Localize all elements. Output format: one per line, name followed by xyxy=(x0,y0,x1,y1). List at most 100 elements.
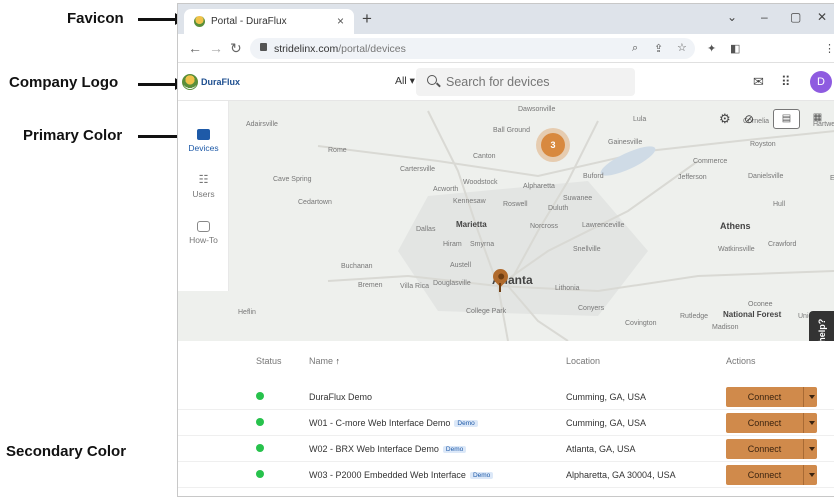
map-place-label: Conyers xyxy=(578,305,605,312)
annotated-screenshot: { "callouts": { "favicon": "Favicon", "c… xyxy=(0,0,834,497)
map-place-label: Commerce xyxy=(693,158,728,165)
lock-icon xyxy=(260,43,267,51)
sidebar-item-howto[interactable]: How-To xyxy=(178,221,229,245)
map-place-label: Woodstock xyxy=(463,179,498,186)
status-online-icon xyxy=(256,444,264,452)
minimize-button[interactable]: – xyxy=(761,10,768,24)
browser-tab[interactable]: Portal - DuraFlux × xyxy=(184,9,354,34)
url-text: stridelinx.com/portal/devices xyxy=(274,43,406,55)
map-place-label: Acworth xyxy=(433,186,459,193)
new-tab-button[interactable]: + xyxy=(362,9,372,29)
browser-toolbar: ← → ↻ stridelinx.com/portal/devices ⌕ ⇪ … xyxy=(178,34,834,63)
device-name-text: W01 - C-more Web Interface Demo xyxy=(309,418,451,428)
table-row[interactable]: DuraFlux Demo Cumming, GA, USA Connect xyxy=(178,384,834,410)
header-location: Location xyxy=(566,356,601,366)
maximize-button[interactable]: ▢ xyxy=(790,10,801,24)
zoom-icon[interactable]: ⌕ xyxy=(632,42,638,55)
map-place-label: Rome xyxy=(328,147,347,154)
sidebar-item-label: Devices xyxy=(188,143,219,153)
mail-icon[interactable]: ✉ xyxy=(753,74,764,90)
list-view-toggle[interactable]: ▦ xyxy=(804,109,831,129)
map-place-label: Smyrna xyxy=(470,241,495,248)
map-place-label: Canton xyxy=(473,153,496,160)
chevron-down-icon[interactable] xyxy=(809,473,815,477)
connect-label: Connect xyxy=(726,439,804,459)
map-place-label: Buford xyxy=(583,173,604,180)
map-place-label: Marietta xyxy=(456,220,487,229)
status-online-icon xyxy=(256,470,264,478)
header-actions: Actions xyxy=(726,356,756,366)
search-input[interactable] xyxy=(446,73,626,91)
browser-menu-icon[interactable]: ⋮ xyxy=(824,42,834,55)
share-icon[interactable]: ⇪ xyxy=(654,42,663,55)
device-name[interactable]: W02 - BRX Web Interface Demo Demo xyxy=(309,444,467,454)
map-place-label: Roswell xyxy=(503,201,528,208)
device-name[interactable]: DuraFlux Demo xyxy=(309,392,372,402)
chevron-down-icon[interactable] xyxy=(809,395,815,399)
company-logo[interactable]: DuraFlux xyxy=(182,73,240,91)
need-help-label: Need help? xyxy=(817,319,827,341)
apps-grid-icon[interactable]: ⠿ xyxy=(781,74,791,90)
search-filter-dropdown[interactable]: All ▾ xyxy=(395,75,415,87)
connect-label: Connect xyxy=(726,465,804,485)
sidebar-item-devices[interactable]: Devices xyxy=(178,129,229,153)
map-place-label: Danielsville xyxy=(748,173,784,180)
device-search xyxy=(416,68,635,96)
address-bar[interactable]: stridelinx.com/portal/devices ⌕ ⇪ ☆ xyxy=(250,38,695,59)
map-place-label: National Forest xyxy=(723,310,782,319)
need-help-button[interactable]: Need help? xyxy=(809,311,834,341)
connect-button[interactable]: Connect xyxy=(726,439,817,459)
map-place-label: Oconee xyxy=(748,301,773,308)
sidepanel-icon[interactable]: ◧ xyxy=(730,42,740,55)
browser-window: Portal - DuraFlux × + ⌄ – ▢ ✕ ← → ↻ stri… xyxy=(177,3,834,497)
table-row[interactable]: W01 - C-more Web Interface Demo Demo Cumm… xyxy=(178,410,834,436)
bookmark-star-icon[interactable]: ☆ xyxy=(677,41,687,54)
map-place-label: Kennesaw xyxy=(453,198,486,205)
map-place-label: Cartersville xyxy=(400,166,436,173)
map-place-label: Dallas xyxy=(416,226,436,233)
forward-icon[interactable]: → xyxy=(209,40,223,56)
connect-button[interactable]: Connect xyxy=(726,465,817,485)
connect-button[interactable]: Connect xyxy=(726,413,817,433)
sidebar-item-label: How-To xyxy=(189,235,218,245)
device-map[interactable]: Fort PayneDawsonvilleLulaCorneliaHartwel… xyxy=(178,101,834,341)
close-window-button[interactable]: ✕ xyxy=(817,10,827,24)
sort-arrow-icon: ↑ xyxy=(335,356,341,366)
devices-icon xyxy=(197,129,210,140)
map-settings-icon[interactable]: ⚙ xyxy=(719,111,731,127)
company-logo-icon xyxy=(182,74,198,90)
map-view-toggle[interactable]: ▤ xyxy=(773,109,800,129)
search-icon xyxy=(427,75,437,85)
device-cluster-marker[interactable]: 3 xyxy=(541,133,565,157)
device-name-text: DuraFlux Demo xyxy=(309,392,373,402)
demo-badge: Demo xyxy=(469,472,494,479)
chevron-down-icon[interactable] xyxy=(809,421,815,425)
callout-arrow-favicon xyxy=(138,13,185,25)
header-name-label: Name xyxy=(309,356,334,366)
callout-favicon: Favicon xyxy=(67,10,124,27)
demo-badge: Demo xyxy=(442,446,467,453)
chevron-down-icon[interactable] xyxy=(809,447,815,451)
map-hide-icon[interactable]: ⊘ xyxy=(744,112,754,126)
device-name[interactable]: W03 - P2000 Embedded Web Interface Demo xyxy=(309,470,494,480)
map-place-label: Snellville xyxy=(573,246,601,253)
connect-button[interactable]: Connect xyxy=(726,387,817,407)
user-avatar[interactable]: D xyxy=(810,71,832,93)
reload-icon[interactable]: ↻ xyxy=(230,40,242,57)
tab-search-icon[interactable]: ⌄ xyxy=(727,10,737,24)
back-icon[interactable]: ← xyxy=(188,40,202,56)
users-icon: ☷ xyxy=(198,174,209,186)
sidebar-item-users[interactable]: ☷ Users xyxy=(178,174,229,200)
device-location: Atlanta, GA, USA xyxy=(566,444,636,454)
status-online-icon xyxy=(256,418,264,426)
table-header: Status Name ↑ Location Actions xyxy=(178,346,834,376)
table-row[interactable]: W03 - P2000 Embedded Web Interface Demo A… xyxy=(178,462,834,488)
map-place-label: Hiram xyxy=(443,241,462,248)
map-place-label: Lula xyxy=(633,116,647,123)
header-name[interactable]: Name ↑ xyxy=(309,356,340,366)
extensions-icon[interactable]: ✦ xyxy=(707,42,716,55)
tab-close-icon[interactable]: × xyxy=(337,14,344,28)
map-place-label: Dawsonville xyxy=(518,106,556,113)
table-row[interactable]: W02 - BRX Web Interface Demo Demo Atlanta… xyxy=(178,436,834,462)
device-name[interactable]: W01 - C-more Web Interface Demo Demo xyxy=(309,418,478,428)
